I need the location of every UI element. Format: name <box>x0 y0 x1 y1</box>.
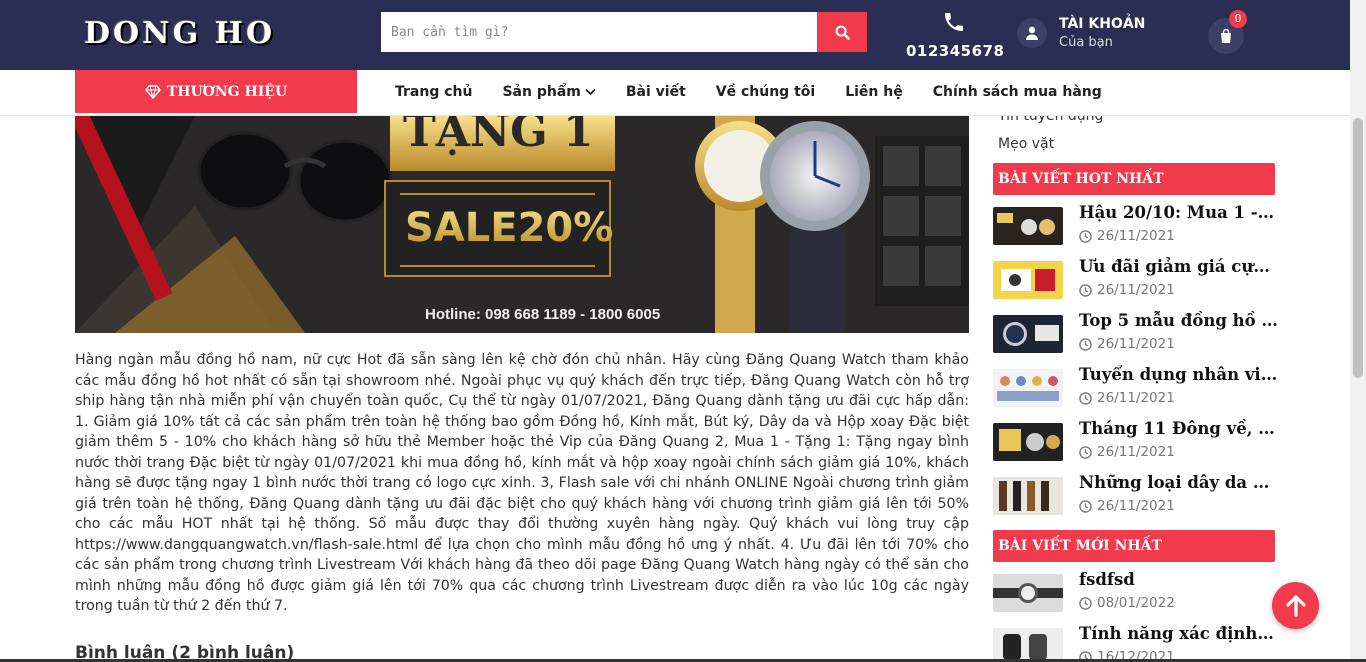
post-title[interactable]: Tháng 11 Đông về, Mua 1 Tặng 1 <box>1079 419 1279 438</box>
post-date: 26/11/2021 <box>1079 498 1175 514</box>
account-link[interactable]: TÀI KHOẢN Của bạn <box>1017 16 1145 50</box>
hot-posts-heading: BÀI VIẾT HOT NHẤT <box>993 163 1275 195</box>
scroll-to-top-button[interactable] <box>1272 582 1319 629</box>
nav-item-posts[interactable]: Bài viết <box>626 84 686 100</box>
user-icon <box>1017 18 1047 48</box>
post-date: 26/11/2021 <box>1079 228 1175 244</box>
nav-menu: Trang chủ Sản phẩm Bài viết Về chúng tôi… <box>395 84 1132 100</box>
search-input[interactable] <box>381 12 817 52</box>
post-thumbnail[interactable] <box>993 261 1063 299</box>
phone-number: 012345678 <box>906 42 1005 60</box>
hotline[interactable]: 012345678 <box>906 10 1005 60</box>
post-thumbnail[interactable] <box>993 315 1063 353</box>
post-date-text: 26/11/2021 <box>1097 336 1175 352</box>
nav-item-policy[interactable]: Chính sách mua hàng <box>933 84 1102 100</box>
phone-icon <box>945 13 963 31</box>
post-date: 08/01/2022 <box>1079 595 1175 611</box>
nav-item-contact[interactable]: Liên hệ <box>845 84 903 100</box>
post-date-text: 26/11/2021 <box>1097 390 1175 406</box>
post-thumbnail[interactable] <box>993 207 1063 245</box>
post-date: 26/11/2021 <box>1079 282 1175 298</box>
page: DONG HO 012345678 TÀI KHOẢN Của bạn 0 <box>0 0 1366 662</box>
post-thumbnail[interactable] <box>993 423 1063 461</box>
post-thumbnail[interactable] <box>993 574 1063 612</box>
post-thumbnail[interactable] <box>993 628 1063 662</box>
post-date: 26/11/2021 <box>1079 444 1175 460</box>
hot-post-item[interactable]: Tháng 11 Đông về, Mua 1 Tặng 1 26/11/202… <box>993 419 1283 463</box>
clock-icon <box>1079 445 1092 459</box>
post-date: 26/11/2021 <box>1079 336 1175 352</box>
clock-icon <box>1079 229 1092 243</box>
article-banner-image: TẶNG 1 SALE20% Hotline: 098 668 1189 - 1… <box>75 116 969 333</box>
chevron-down-icon <box>585 88 596 96</box>
diamond-icon <box>144 84 161 99</box>
site-logo[interactable]: DONG HO <box>84 16 275 51</box>
post-title[interactable]: Ưu đãi giảm giá cực sốc <box>1079 257 1279 276</box>
post-title[interactable]: Hậu 20/10: Mua 1 - Tặng 1 <box>1079 203 1279 222</box>
banner-promo-text: TẶNG 1 <box>403 116 594 157</box>
post-title[interactable]: Tính năng xác định vị trí <box>1079 624 1279 643</box>
nav-item-products[interactable]: Sản phẩm <box>502 84 596 100</box>
new-post-item[interactable]: fsdfsd 08/01/2022 <box>993 570 1283 614</box>
search-button[interactable] <box>817 12 867 52</box>
hot-post-item[interactable]: Ưu đãi giảm giá cực sốc 26/11/2021 <box>993 257 1283 301</box>
clock-icon <box>1079 391 1092 405</box>
post-title[interactable]: Tuyển dụng nhân viên <box>1079 365 1279 384</box>
sidebar-category-tips[interactable]: Mẹo vặt <box>998 136 1054 152</box>
scrollbar-thumb[interactable] <box>1353 118 1363 378</box>
nav-item-about[interactable]: Về chúng tôi <box>716 84 815 100</box>
arrow-up-icon <box>1285 594 1306 617</box>
hot-post-item[interactable]: Top 5 mẫu đồng hồ nam 26/11/2021 <box>993 311 1283 355</box>
post-date-text: 26/11/2021 <box>1097 444 1175 460</box>
brand-menu-button[interactable]: THƯƠNG HIỆU <box>75 70 357 113</box>
post-date-text: 26/11/2021 <box>1097 228 1175 244</box>
clock-icon <box>1079 337 1092 351</box>
hot-post-item[interactable]: Những loại dây da đồng hồ 26/11/2021 <box>993 473 1283 517</box>
new-post-item[interactable]: Tính năng xác định vị trí 16/12/2021 <box>993 624 1283 662</box>
brand-menu-label: THƯƠNG HIỆU <box>166 83 288 100</box>
new-posts-heading: BÀI VIẾT MỚI NHẤT <box>993 530 1275 562</box>
top-header: DONG HO 012345678 TÀI KHOẢN Của bạn 0 <box>0 0 1366 70</box>
nav-item-products-label: Sản phẩm <box>502 84 581 100</box>
banner-sale-text: SALE20% <box>405 205 613 251</box>
article-body: Hàng ngàn mẫu đồng hồ nam, nữ cực Hot đã… <box>75 352 969 614</box>
hot-post-item[interactable]: Hậu 20/10: Mua 1 - Tặng 1 26/11/2021 <box>993 203 1283 247</box>
clock-icon <box>1079 283 1092 297</box>
post-date-text: 26/11/2021 <box>1097 498 1175 514</box>
post-date-text: 26/11/2021 <box>1097 282 1175 298</box>
search-icon <box>835 25 850 40</box>
clock-icon <box>1079 499 1092 513</box>
post-thumbnail[interactable] <box>993 477 1063 515</box>
account-title: TÀI KHOẢN <box>1059 16 1146 32</box>
cart-count-badge: 0 <box>1229 10 1247 28</box>
clock-icon <box>1079 596 1092 610</box>
post-date: 26/11/2021 <box>1079 390 1175 406</box>
post-thumbnail[interactable] <box>993 369 1063 407</box>
post-title[interactable]: Top 5 mẫu đồng hồ nam <box>1079 311 1279 330</box>
nav-item-home[interactable]: Trang chủ <box>395 84 472 100</box>
banner-hotline-text: Hotline: 098 668 1189 - 1800 6005 <box>425 306 660 323</box>
search-bar <box>381 12 867 52</box>
page-scrollbar[interactable] <box>1350 0 1366 662</box>
account-subtitle: Của bạn <box>1059 35 1113 50</box>
hot-post-item[interactable]: Tuyển dụng nhân viên 26/11/2021 <box>993 365 1283 409</box>
cart-button[interactable]: 0 <box>1208 10 1247 54</box>
post-title[interactable]: Những loại dây da đồng hồ <box>1079 473 1279 492</box>
main-nav: THƯƠNG HIỆU Trang chủ Sản phẩm Bài viết … <box>0 70 1350 116</box>
shopping-bag-icon <box>1221 28 1231 43</box>
post-date-text: 08/01/2022 <box>1097 595 1175 611</box>
post-title[interactable]: fsdfsd <box>1079 570 1279 589</box>
